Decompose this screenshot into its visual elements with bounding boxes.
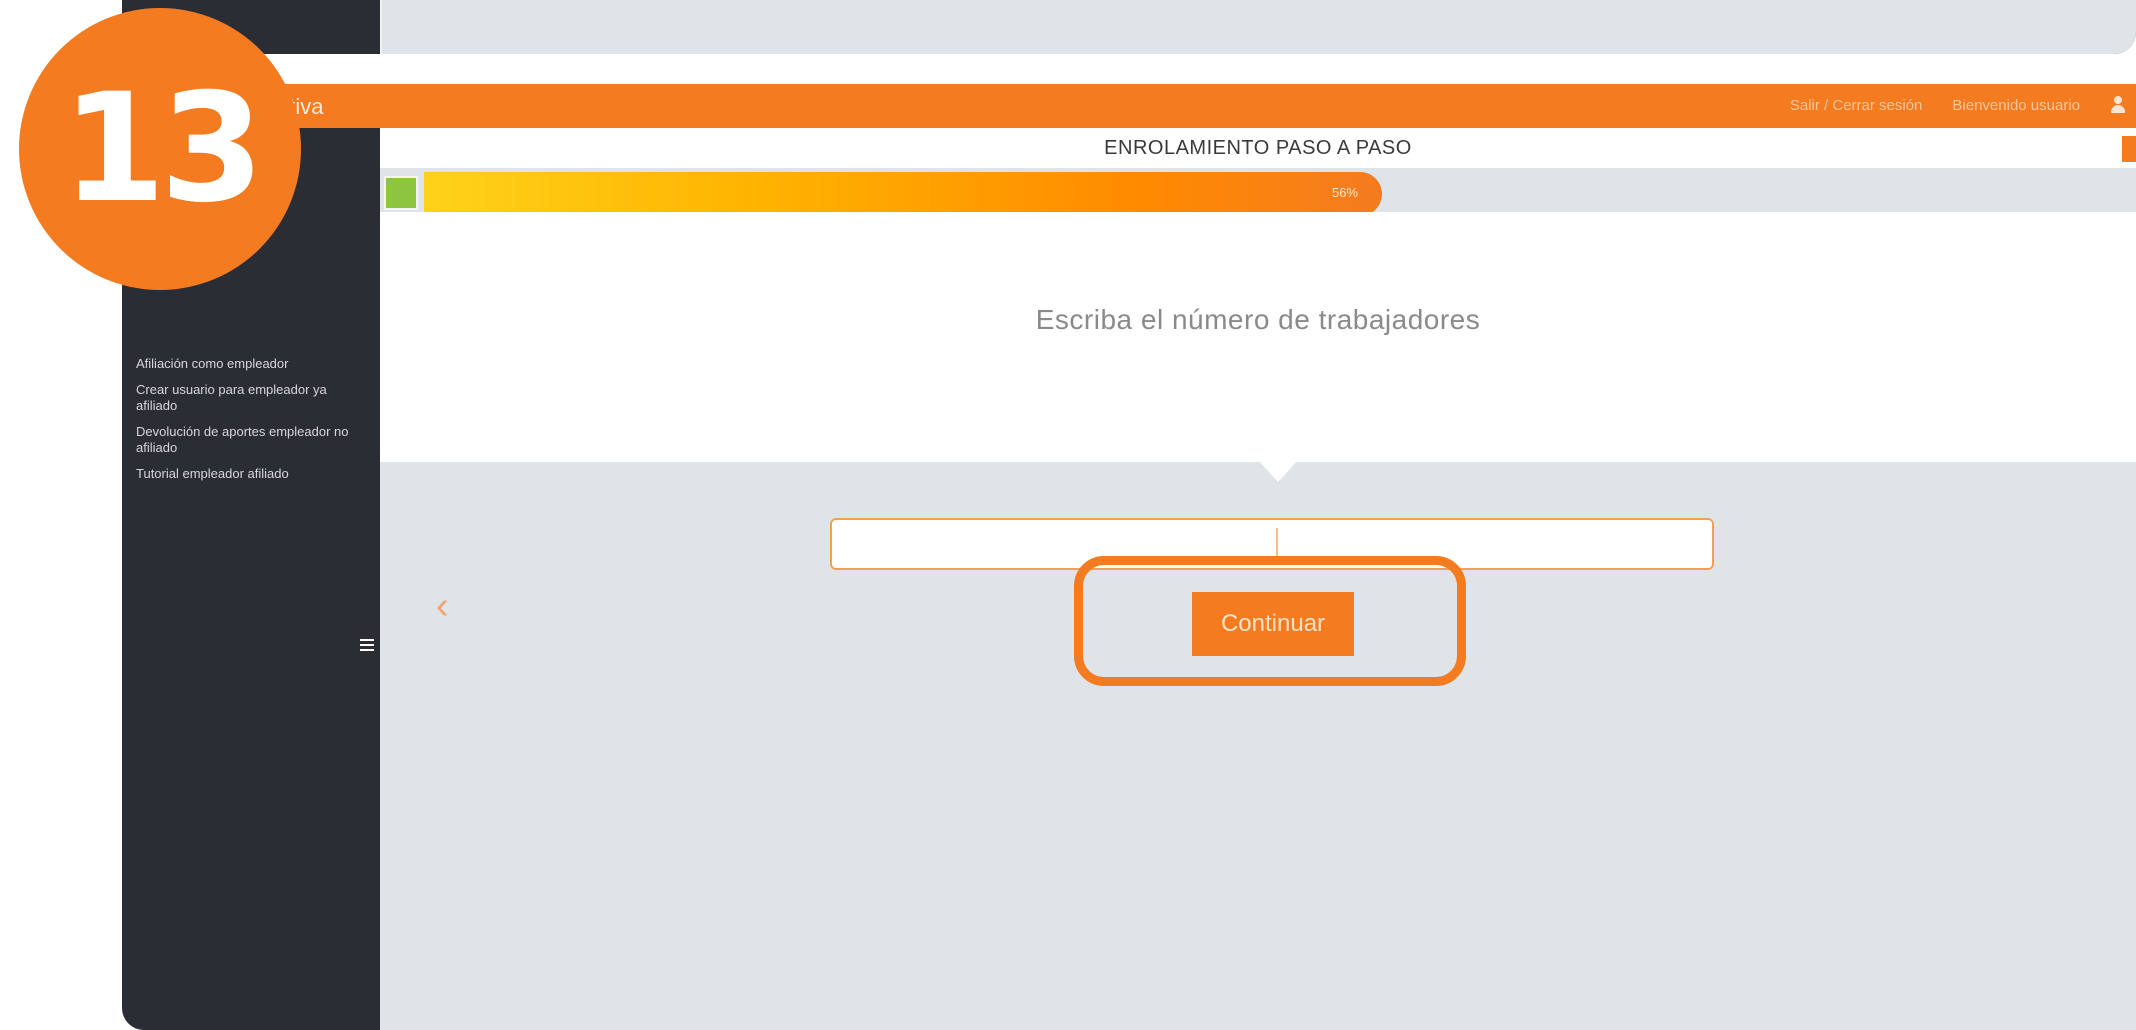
- question-panel: Escriba el número de trabajadores: [380, 212, 2136, 482]
- logout-link[interactable]: Salir / Cerrar sesión: [1790, 97, 1923, 114]
- sidebar-item-devolucion-aportes[interactable]: Devolución de aportes empleador no afili…: [136, 424, 366, 456]
- hamburger-icon[interactable]: [360, 636, 374, 652]
- sidebar-item-crear-usuario[interactable]: Crear usuario para empleador ya afiliado: [136, 382, 366, 414]
- progress-start-marker: [384, 176, 418, 210]
- tutorial-highlight-box: [1074, 556, 1466, 686]
- progress-track: 56%: [380, 168, 2136, 216]
- top-navigation-bar: ativa Salir / Cerrar sesión Bienvenido u…: [122, 84, 2136, 128]
- chevron-left-icon[interactable]: ‹: [436, 586, 464, 626]
- user-icon[interactable]: [2110, 96, 2126, 114]
- previous-content-area: [380, 0, 2136, 54]
- progress-percent: 56%: [1331, 185, 1358, 200]
- topbar-links: Salir / Cerrar sesión Bienvenido usuario: [1790, 96, 2126, 114]
- page-title: ENROLAMIENTO PASO A PASO: [380, 128, 2136, 168]
- panel-pointer: [1258, 460, 1298, 482]
- sidebar-item-afiliacion[interactable]: Afiliación como empleador: [136, 356, 366, 372]
- sidebar-menu: Afiliación como empleador Crear usuario …: [136, 356, 366, 492]
- previous-screenshot-strip: [122, 0, 2136, 54]
- question-text: Escriba el número de trabajadores: [1035, 304, 1481, 335]
- sidebar-item-tutorial[interactable]: Tutorial empleador afiliado: [136, 466, 366, 482]
- progress-bar: 56%: [424, 172, 1382, 216]
- step-number-badge: 13: [19, 8, 301, 290]
- side-tab[interactable]: [2122, 136, 2136, 162]
- user-name-link[interactable]: Bienvenido usuario: [1952, 97, 2080, 114]
